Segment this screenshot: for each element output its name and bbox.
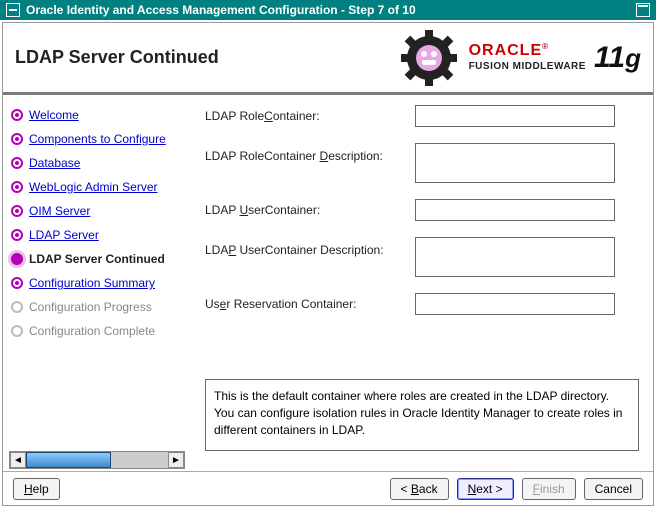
step-components[interactable]: Components to Configure	[11, 127, 187, 151]
oracle-logo-text: ORACLE FUSION MIDDLEWARE	[469, 43, 586, 72]
window-title: Oracle Identity and Access Management Co…	[26, 0, 416, 20]
footer: Help < Back Next > Finish Cancel	[3, 471, 653, 505]
scroll-thumb[interactable]	[26, 452, 111, 468]
field-role-container: LDAP RoleContainer:	[205, 105, 639, 127]
scroll-left-arrow-icon[interactable]: ◄	[10, 452, 26, 468]
back-button[interactable]: < Back	[390, 478, 449, 500]
maximize-icon[interactable]	[636, 3, 650, 17]
input-reservation[interactable]	[415, 293, 615, 315]
field-user-desc: LDAP UserContainer Description:	[205, 237, 639, 277]
input-role-container[interactable]	[415, 105, 615, 127]
oracle-word: ORACLE	[469, 43, 549, 59]
field-user-container: LDAP UserContainer:	[205, 199, 639, 221]
fusion-middleware-text: FUSION MIDDLEWARE	[469, 61, 586, 72]
label-role-container: LDAP RoleContainer:	[205, 109, 415, 123]
label-reservation: User Reservation Container:	[205, 297, 415, 311]
field-reservation: User Reservation Container:	[205, 293, 639, 315]
step-ldap-continued: LDAP Server Continued	[11, 247, 187, 271]
field-help-text: This is the default container where role…	[205, 379, 639, 451]
finish-button: Finish	[522, 478, 576, 500]
wizard-steps-sidebar: Welcome Components to Configure Database…	[3, 95, 191, 457]
main-area: Welcome Components to Configure Database…	[3, 95, 653, 457]
scroll-track[interactable]	[26, 452, 168, 468]
label-user-desc: LDAP UserContainer Description:	[205, 237, 415, 257]
sidebar-horizontal-scrollbar[interactable]: ◄ ►	[9, 451, 185, 469]
step-weblogic[interactable]: WebLogic Admin Server	[11, 175, 187, 199]
system-menu-icon[interactable]	[6, 3, 20, 17]
step-database[interactable]: Database	[11, 151, 187, 175]
page-title: LDAP Server Continued	[15, 47, 219, 68]
version-11g: 11g	[594, 41, 641, 75]
brand-area: ORACLE FUSION MIDDLEWARE 11g	[397, 29, 641, 87]
form-area: LDAP RoleContainer: LDAP RoleContainer D…	[191, 95, 653, 457]
input-role-desc[interactable]	[415, 143, 615, 183]
step-progress: Configuration Progress	[11, 295, 187, 319]
header: LDAP Server Continued	[3, 23, 653, 95]
input-user-desc[interactable]	[415, 237, 615, 277]
help-button[interactable]: Help	[13, 478, 60, 500]
input-user-container[interactable]	[415, 199, 615, 221]
step-ldap[interactable]: LDAP Server	[11, 223, 187, 247]
step-oim[interactable]: OIM Server	[11, 199, 187, 223]
content-pane: LDAP Server Continued	[2, 22, 654, 506]
next-button[interactable]: Next >	[457, 478, 514, 500]
cancel-button[interactable]: Cancel	[584, 478, 643, 500]
gear-logo-icon	[397, 29, 461, 87]
title-bar: Oracle Identity and Access Management Co…	[0, 0, 656, 20]
scroll-right-arrow-icon[interactable]: ►	[168, 452, 184, 468]
label-role-desc: LDAP RoleContainer Description:	[205, 143, 415, 163]
step-complete: Configuration Complete	[11, 319, 187, 343]
label-user-container: LDAP UserContainer:	[205, 203, 415, 217]
step-welcome[interactable]: Welcome	[11, 103, 187, 127]
field-role-desc: LDAP RoleContainer Description:	[205, 143, 639, 183]
step-summary[interactable]: Configuration Summary	[11, 271, 187, 295]
